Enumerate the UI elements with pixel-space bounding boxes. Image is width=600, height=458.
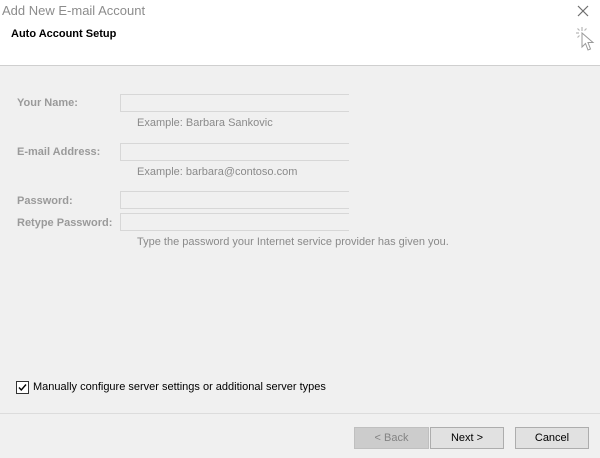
retype-password-field[interactable] bbox=[120, 213, 349, 231]
email-hint: Example: barbara@contoso.com bbox=[137, 166, 298, 178]
retype-password-label: Retype Password: bbox=[17, 217, 113, 229]
manual-config-option[interactable]: Manually configure server settings or ad… bbox=[16, 379, 326, 395]
close-icon[interactable] bbox=[574, 3, 592, 19]
window-title: Add New E-mail Account bbox=[2, 3, 146, 18]
page-title: Auto Account Setup bbox=[11, 28, 117, 40]
your-name-field[interactable] bbox=[120, 94, 349, 112]
title-bar: Add New E-mail Account bbox=[0, 0, 600, 22]
setup-wizard-cursor-icon bbox=[574, 25, 596, 53]
password-label: Password: bbox=[17, 195, 73, 207]
password-field[interactable] bbox=[120, 191, 349, 209]
manual-config-checkbox[interactable] bbox=[16, 380, 29, 394]
password-hint: Type the password your Internet service … bbox=[137, 236, 449, 248]
email-field[interactable] bbox=[120, 143, 349, 161]
footer-divider bbox=[0, 413, 600, 414]
back-button[interactable]: < Back bbox=[354, 427, 429, 449]
your-name-hint: Example: Barbara Sankovic bbox=[137, 117, 273, 129]
next-button[interactable]: Next > bbox=[430, 427, 504, 449]
manual-config-label: Manually configure server settings or ad… bbox=[33, 381, 326, 393]
your-name-label: Your Name: bbox=[17, 97, 78, 109]
cancel-button[interactable]: Cancel bbox=[515, 427, 589, 449]
dialog-header: Auto Account Setup bbox=[0, 22, 600, 66]
email-address-label: E-mail Address: bbox=[17, 146, 101, 158]
